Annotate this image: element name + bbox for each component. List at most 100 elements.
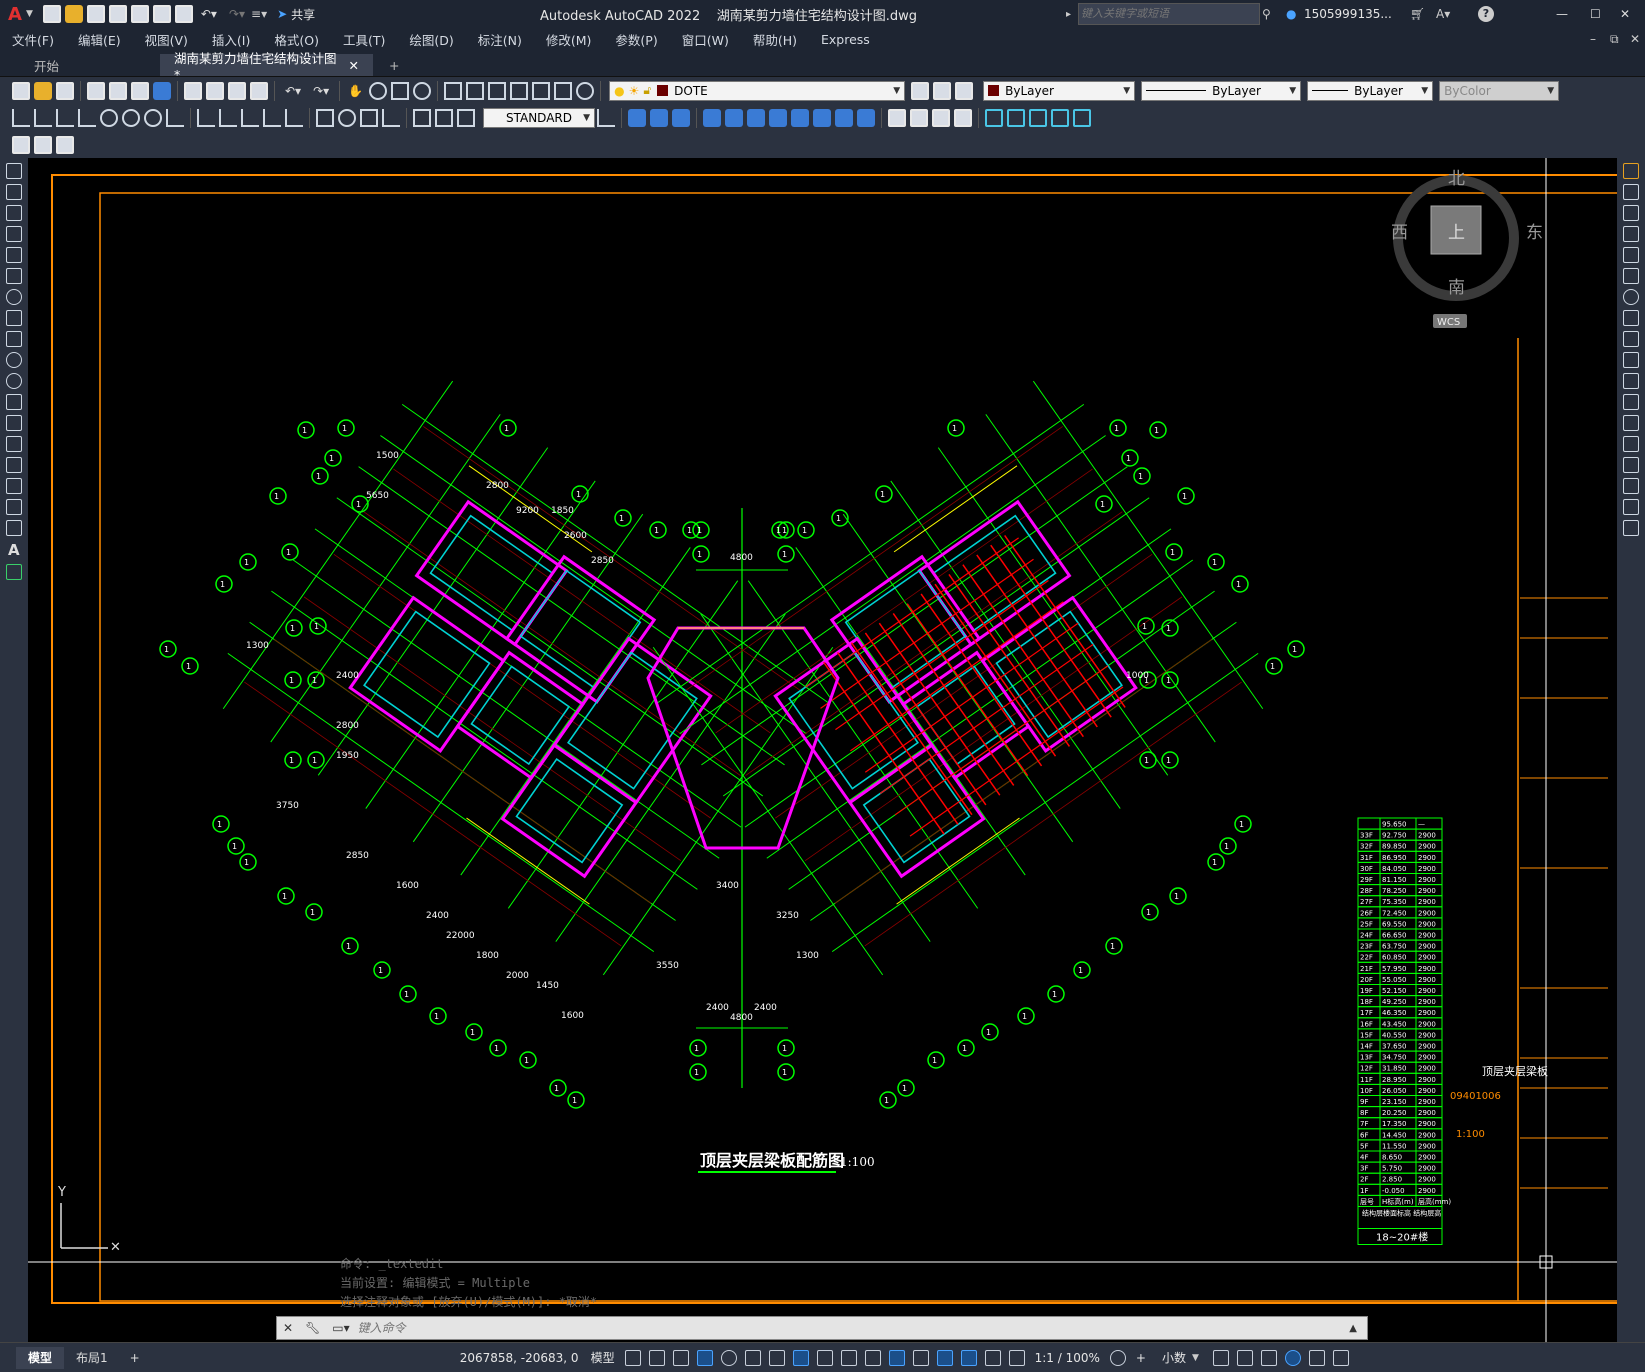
menu-edit[interactable]: 编辑(E) <box>78 30 121 49</box>
menu-modify[interactable]: 修改(M) <box>546 30 592 49</box>
new-tab-button[interactable]: + <box>375 54 413 76</box>
menu-format[interactable]: 格式(O) <box>274 30 319 49</box>
menu-file[interactable]: 文件(F) <box>12 30 54 49</box>
aligned-dim-icon[interactable] <box>34 109 52 127</box>
color-dropdown[interactable]: ByLayer ▼ <box>983 80 1136 101</box>
ellipse-arc-icon[interactable] <box>6 373 22 389</box>
coordinates-display[interactable]: 2067858, -20683, 0 <box>460 1351 579 1365</box>
tool-11-icon[interactable] <box>857 109 875 127</box>
scale-icon[interactable] <box>1623 310 1639 326</box>
open-icon[interactable] <box>34 81 52 100</box>
linear-dim-icon[interactable] <box>12 109 30 127</box>
revision-cloud-icon[interactable] <box>6 310 22 326</box>
lineweight-icon[interactable] <box>816 1349 833 1366</box>
object-snap-icon[interactable] <box>792 1349 809 1366</box>
spline-icon[interactable] <box>6 331 22 347</box>
layout-tab-layout1[interactable]: 布局1 <box>64 1347 120 1369</box>
isolate-objects-icon[interactable] <box>1260 1349 1277 1366</box>
share-button[interactable]: 共享 <box>291 6 315 23</box>
break-at-point-icon[interactable] <box>1623 394 1639 410</box>
dimstyle-manager-icon[interactable] <box>597 109 615 127</box>
offset-icon[interactable] <box>1623 226 1639 242</box>
lineweight-dropdown[interactable]: ByLayer ▼ <box>1307 80 1434 101</box>
menu-draw[interactable]: 绘图(D) <box>409 30 453 49</box>
redo-icon[interactable]: ↷▾ <box>229 7 245 21</box>
annotation-visibility-icon[interactable] <box>984 1349 1001 1366</box>
publish-icon[interactable] <box>131 81 149 100</box>
customize-icon[interactable]: ≡▾ <box>251 7 267 21</box>
user-icon[interactable]: ● <box>1286 7 1296 21</box>
search-expand-icon[interactable]: ▸ <box>1066 9 1071 20</box>
tool-6-icon[interactable] <box>747 109 765 127</box>
properties-icon[interactable] <box>444 81 463 100</box>
units-dropdown[interactable]: 小数 <box>1162 1349 1186 1366</box>
tool-4-icon[interactable] <box>703 109 721 127</box>
tool-20-icon[interactable] <box>1073 109 1091 127</box>
layout-tab-model[interactable]: 模型 <box>16 1346 65 1369</box>
object-snap-tracking-icon[interactable] <box>768 1349 785 1366</box>
tab-drawing[interactable]: 湖南某剪力墙住宅结构设计图* ✕ <box>160 51 373 82</box>
selection-cycling-icon[interactable] <box>864 1349 881 1366</box>
zoom-previous-icon[interactable] <box>413 81 432 100</box>
tool-17-icon[interactable] <box>1007 109 1025 127</box>
tool-10-icon[interactable] <box>835 109 853 127</box>
rotate-icon[interactable] <box>1623 289 1639 305</box>
menu-express[interactable]: Express <box>821 32 870 47</box>
dim-space-icon[interactable] <box>263 109 281 127</box>
annotation-scale[interactable]: 1:1 / 100% <box>1035 1351 1100 1365</box>
dim-break-icon[interactable] <box>285 109 303 127</box>
make-current-layer-icon[interactable] <box>911 81 930 100</box>
tool-19-icon[interactable] <box>1051 109 1069 127</box>
minimize-button[interactable]: — <box>1556 7 1568 21</box>
move-icon[interactable] <box>1623 268 1639 284</box>
tool-5-icon[interactable] <box>725 109 743 127</box>
drawing-canvas[interactable]: 1111111111111111111111111111111111111111… <box>28 158 1617 1342</box>
dim-update-icon[interactable] <box>457 109 475 127</box>
selection-filter-icon[interactable] <box>936 1349 953 1366</box>
autodesk-app-icon[interactable]: A▾ <box>1436 7 1450 21</box>
tolerance-icon[interactable] <box>316 109 334 127</box>
copy-icon[interactable] <box>206 81 224 100</box>
layer-states-icon[interactable] <box>955 81 974 100</box>
layer-dropdown[interactable]: ● ☀ 🔓︎ DOTE ▼ <box>609 80 906 101</box>
sheet-set-icon[interactable] <box>510 81 529 100</box>
command-prompt-icon[interactable]: ▭▾ <box>332 1321 349 1335</box>
fillet-icon[interactable] <box>1623 478 1639 494</box>
hardware-acceleration-icon[interactable] <box>1284 1349 1301 1366</box>
polyline-icon[interactable] <box>6 205 22 221</box>
rectangle-icon[interactable] <box>6 247 22 263</box>
arc-length-icon[interactable] <box>56 109 74 127</box>
make-block-icon[interactable] <box>6 415 22 431</box>
menu-help[interactable]: 帮助(H) <box>753 30 797 49</box>
break-icon[interactable] <box>1623 415 1639 431</box>
undo-icon[interactable]: ↶▾ <box>201 7 217 21</box>
menu-dimension[interactable]: 标注(N) <box>478 30 522 49</box>
redo-icon[interactable]: ↷▾ <box>313 84 329 98</box>
menu-parametric[interactable]: 参数(P) <box>615 30 657 49</box>
radius-icon[interactable] <box>100 109 118 127</box>
new-file-icon[interactable] <box>42 5 61 23</box>
autoscale-icon[interactable] <box>1008 1349 1025 1366</box>
diameter-icon[interactable] <box>144 109 162 127</box>
tool-13-icon[interactable] <box>910 109 928 127</box>
tool-16-icon[interactable] <box>985 109 1003 127</box>
hatch-icon[interactable] <box>6 457 22 473</box>
save-web-icon[interactable] <box>152 5 171 23</box>
plot-icon[interactable] <box>87 81 105 100</box>
grid-icon[interactable] <box>624 1349 641 1366</box>
copy-object-icon[interactable] <box>1623 184 1639 200</box>
cut-icon[interactable] <box>184 81 202 100</box>
quick-dim-icon[interactable] <box>197 109 215 127</box>
add-selected-icon[interactable] <box>6 564 22 580</box>
customization-icon[interactable] <box>1332 1349 1349 1366</box>
polar-icon[interactable] <box>720 1349 737 1366</box>
markup-icon[interactable] <box>532 81 551 100</box>
tool-8-icon[interactable] <box>791 109 809 127</box>
chevron-down-icon[interactable]: ▼ <box>26 9 33 19</box>
preview-icon[interactable] <box>109 81 127 100</box>
tool-3-icon[interactable] <box>672 109 690 127</box>
chevron-down-icon[interactable]: ▼ <box>1192 1353 1199 1363</box>
construction-line-icon[interactable] <box>6 184 22 200</box>
dynamic-ucs-icon[interactable] <box>912 1349 929 1366</box>
circle-icon[interactable] <box>6 289 22 305</box>
